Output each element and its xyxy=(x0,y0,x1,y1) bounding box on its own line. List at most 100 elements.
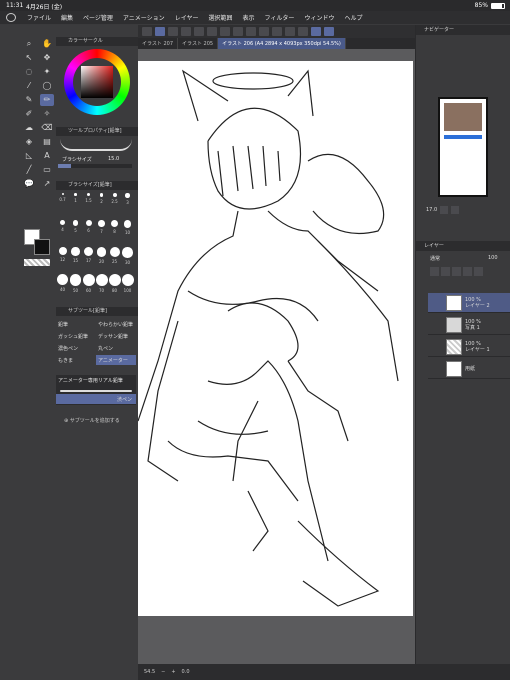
lasso-tool-icon[interactable]: ◯ xyxy=(40,80,54,92)
reference-icon[interactable] xyxy=(441,267,450,276)
brush-size-option[interactable]: 6 xyxy=(82,220,95,244)
ruler-tool-icon[interactable]: ╱ xyxy=(22,164,36,176)
menu-page[interactable]: ページ管理 xyxy=(78,13,118,22)
hand-tool-icon[interactable]: ✋ xyxy=(40,38,54,50)
brush-size-option[interactable]: 1 xyxy=(69,193,82,217)
brush-size-option[interactable]: 1.5 xyxy=(82,193,95,217)
pen-tool-icon[interactable]: ✎ xyxy=(22,94,36,106)
airbrush-icon[interactable]: ✧ xyxy=(40,108,54,120)
selection-tool-icon[interactable]: ◌ xyxy=(22,66,36,78)
menu-selection[interactable]: 選択範囲 xyxy=(204,13,238,22)
pencil-tool-icon[interactable]: ✏ xyxy=(40,94,54,106)
correct-line-icon[interactable]: ↗ xyxy=(40,178,54,190)
layer-row[interactable]: 100 % レイヤー 2 xyxy=(428,293,510,313)
brush-size-option[interactable]: 15 xyxy=(69,247,82,271)
auto-select-icon[interactable]: ✦ xyxy=(40,66,54,78)
stabilizer-icon[interactable] xyxy=(324,27,334,36)
brush-size-option[interactable]: 7 xyxy=(95,220,108,244)
zoom-readout[interactable]: 54.5 xyxy=(144,669,155,675)
zoom-in-icon[interactable] xyxy=(440,206,449,214)
brush-size-option[interactable]: 12 xyxy=(56,247,69,271)
brush-size-option[interactable]: 60 xyxy=(82,274,95,298)
zoom-tool-icon[interactable]: ⌕ xyxy=(22,38,36,50)
layer-row[interactable]: 100 % レイヤー 1 xyxy=(428,337,510,357)
brush-size-option[interactable]: 80 xyxy=(108,274,121,298)
redo-icon[interactable] xyxy=(220,27,230,36)
brush-tool-icon[interactable]: ✐ xyxy=(22,108,36,120)
balloon-tool-icon[interactable]: 💬 xyxy=(22,178,36,190)
zoom-in-button[interactable]: + xyxy=(171,669,175,675)
open-icon[interactable] xyxy=(181,27,191,36)
sub-color-swatch[interactable] xyxy=(34,239,50,255)
transform-icon[interactable] xyxy=(259,27,269,36)
eyedropper-icon[interactable]: ⁄ xyxy=(22,80,36,92)
tab-illust-206[interactable]: イラスト 206 (A4 2894 x 4093px 350dpi 54.5%) xyxy=(218,38,346,49)
frame-tool-icon[interactable]: ▭ xyxy=(40,164,54,176)
subtool-animator[interactable]: アニメーター xyxy=(96,355,136,365)
navigator-preview[interactable] xyxy=(438,97,488,197)
blend-mode-select[interactable]: 通常 xyxy=(430,255,440,262)
selection-icon[interactable] xyxy=(272,27,282,36)
brush-size-option[interactable]: 8 xyxy=(108,220,121,244)
blend-tool-icon[interactable]: ☁ xyxy=(22,122,36,134)
menu-layer[interactable]: レイヤー xyxy=(170,13,204,22)
brush-size-option[interactable]: 20 xyxy=(95,247,108,271)
save-icon[interactable] xyxy=(194,27,204,36)
brush-size-option[interactable]: 10 xyxy=(121,220,134,244)
brush-size-option[interactable]: 4 xyxy=(56,220,69,244)
quick-access-icon[interactable] xyxy=(155,27,165,36)
clear-icon[interactable] xyxy=(246,27,256,36)
brush-size-option[interactable]: 70 xyxy=(95,274,108,298)
figure-tool-icon[interactable]: ◺ xyxy=(22,150,36,162)
lock-icon[interactable] xyxy=(452,267,461,276)
menu-animation[interactable]: アニメーション xyxy=(118,13,170,22)
brush-size-option[interactable]: 100 xyxy=(121,274,134,298)
color-square[interactable] xyxy=(81,66,113,98)
transparent-swatch[interactable] xyxy=(24,259,50,266)
opacity-value[interactable]: 100 xyxy=(488,255,498,261)
canvas-area[interactable] xyxy=(137,49,415,664)
undo-icon[interactable] xyxy=(207,27,217,36)
brush-size-option[interactable]: 17 xyxy=(82,247,95,271)
brush-size-slider[interactable] xyxy=(58,164,132,168)
drawing-canvas[interactable] xyxy=(137,61,413,616)
menu-view[interactable]: 表示 xyxy=(238,13,260,22)
clip-icon[interactable] xyxy=(430,267,439,276)
menu-window[interactable]: ウィンドウ xyxy=(299,13,339,22)
app-logo-icon[interactable] xyxy=(6,13,16,22)
brush-size-value[interactable]: 15.0 xyxy=(108,156,119,162)
zoom-out-button[interactable]: − xyxy=(161,669,165,675)
fill-icon[interactable] xyxy=(285,27,295,36)
mask-icon[interactable] xyxy=(474,267,483,276)
eraser-icon[interactable]: ⌫ xyxy=(40,122,54,134)
move-tool-icon[interactable]: ✥ xyxy=(40,52,54,64)
layer-row[interactable]: 100 % 写真 1 xyxy=(428,315,510,335)
brush-size-option[interactable]: 25 xyxy=(108,247,121,271)
add-subtool-button[interactable]: ⊕ サブツールを追加する xyxy=(64,417,120,424)
menu-help[interactable]: ヘルプ xyxy=(339,13,367,22)
new-file-icon[interactable] xyxy=(168,27,178,36)
menu-file[interactable]: ファイル xyxy=(22,13,56,22)
zoom-value[interactable]: 17.0 xyxy=(426,207,437,213)
brush-size-option[interactable]: 2.5 xyxy=(108,193,121,217)
menu-toggle-icon[interactable] xyxy=(142,27,152,36)
snap-icon[interactable] xyxy=(298,27,308,36)
delete-icon[interactable] xyxy=(233,27,243,36)
alpha-lock-icon[interactable] xyxy=(463,267,472,276)
brush-size-option[interactable]: 0.7 xyxy=(56,193,69,217)
pen-pressure-icon[interactable] xyxy=(311,27,321,36)
tab-illust-205[interactable]: イラスト 205 xyxy=(178,38,219,49)
menu-edit[interactable]: 編集 xyxy=(56,13,78,22)
tab-illust-207[interactable]: イラスト 207 xyxy=(138,38,179,49)
gradient-icon[interactable]: ▤ xyxy=(40,136,54,148)
brush-size-option[interactable]: 3 xyxy=(121,193,134,217)
text-tool-icon[interactable]: A xyxy=(40,150,54,162)
menu-filter[interactable]: フィルター xyxy=(260,13,300,22)
brush-size-option[interactable]: 30 xyxy=(121,247,134,271)
fill-tool-icon[interactable]: ◈ xyxy=(22,136,36,148)
zoom-out-icon[interactable] xyxy=(451,206,460,214)
operation-tool-icon[interactable]: ↖ xyxy=(22,52,36,64)
subtool-shibupen[interactable]: 渋ペン xyxy=(56,394,136,404)
brush-size-option[interactable]: 50 xyxy=(69,274,82,298)
layer-row[interactable]: 用紙 xyxy=(428,359,510,379)
